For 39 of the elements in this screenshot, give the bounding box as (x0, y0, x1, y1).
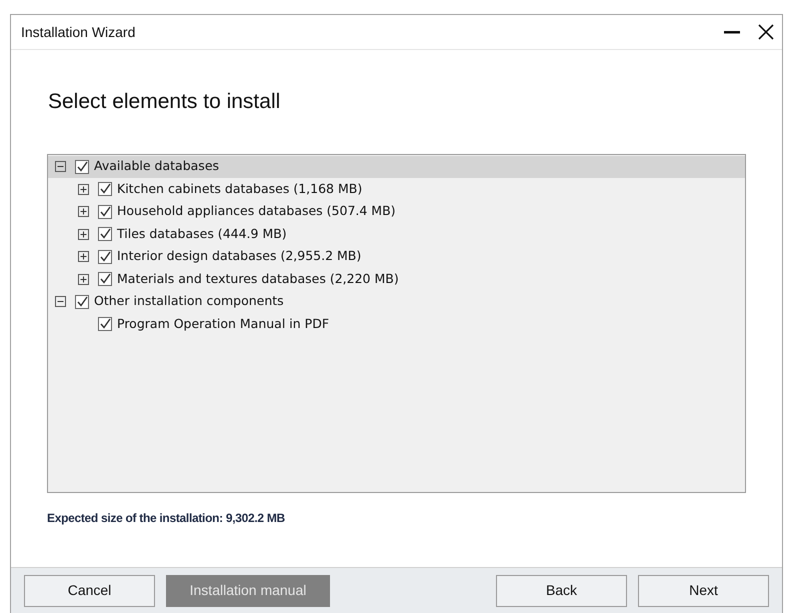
checkbox[interactable] (98, 227, 112, 242)
tree-item-label: Interior design databases (2,955.2 MB) (117, 247, 362, 266)
wizard-button[interactable]: Cancel (24, 574, 155, 606)
tree-item[interactable]: Available databases (48, 156, 745, 178)
tree-item-label: Household appliances databases (507.4 MB) (117, 202, 396, 220)
tree-item-label: Program Operation Manual in PDF (117, 314, 330, 333)
tree-item-label: Available databases (94, 157, 220, 176)
wizard-button[interactable]: Next (638, 574, 769, 606)
tree-item-label: Other installation components (94, 292, 284, 310)
tree-item[interactable]: Other installation components (48, 290, 745, 313)
wizard-button[interactable]: Back (496, 574, 627, 606)
tree-item[interactable]: Program Operation Manual in PDF (48, 313, 745, 336)
tree-item-label: Tiles databases (444.9 MB) (117, 224, 287, 243)
checkbox[interactable] (98, 272, 112, 286)
tree-item[interactable]: Materials and textures databases (2,220 MB) (48, 268, 745, 290)
checkbox[interactable] (75, 294, 89, 309)
tree-item[interactable]: Interior design databases (2,955.2 MB) (48, 246, 745, 268)
expand-icon[interactable] (78, 251, 89, 262)
tree-item-label: Kitchen cabinets databases (1,168 MB) (117, 180, 362, 198)
tree-item[interactable]: Kitchen cabinets databases (1,168 MB) (48, 178, 745, 200)
expand-icon[interactable] (78, 184, 89, 195)
checkbox[interactable] (98, 204, 112, 219)
tree-item-label: Materials and textures databases (2,220 MB) (117, 270, 399, 288)
minimize-icon[interactable] (724, 30, 740, 34)
checkbox[interactable] (75, 160, 89, 174)
collapse-icon[interactable] (55, 296, 66, 308)
tree-item[interactable]: Tiles databases (444.9 MB) (48, 223, 745, 246)
page-heading: Select elements to install (48, 89, 282, 115)
checkbox[interactable] (98, 250, 112, 264)
collapse-icon[interactable] (55, 161, 66, 172)
expand-icon[interactable] (78, 274, 89, 285)
checkbox[interactable] (98, 182, 112, 196)
close-icon[interactable] (758, 24, 774, 40)
expand-icon[interactable] (78, 206, 89, 218)
expand-icon[interactable] (78, 228, 89, 240)
window-title: Installation Wizard (21, 22, 136, 42)
tree-item[interactable]: Household appliances databases (507.4 MB) (48, 200, 745, 223)
checkbox[interactable] (98, 317, 112, 332)
expected-size-text: Expected size of the installation: 9,302.2 MB (47, 510, 286, 526)
